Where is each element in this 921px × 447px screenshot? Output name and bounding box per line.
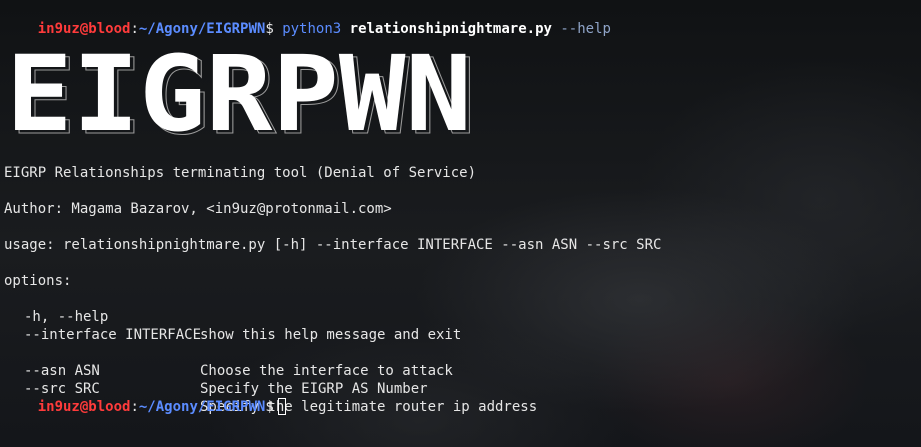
prompt-colon: :: [130, 399, 139, 415]
option-row: Choose the interface to attack: [4, 326, 904, 379]
prompt-line[interactable]: in9uz@blood:~/Agony/EIGRPWN$: [4, 380, 286, 415]
prompt-symbol: $: [265, 21, 274, 37]
prompt-user: in9uz@blood: [37, 399, 131, 415]
options-header: options:: [4, 273, 72, 289]
prompt-path: ~/Agony/EIGRPWN: [138, 399, 266, 415]
prompt-user: in9uz@blood: [37, 21, 131, 37]
author-line: Author: Magama Bazarov, <in9uz@protonmai…: [4, 201, 392, 217]
text-cursor[interactable]: [277, 398, 286, 415]
option-row: -h, --help show this help message and ex…: [4, 290, 904, 343]
command-line: in9uz@blood:~/Agony/EIGRPWN$ python3 rel…: [4, 2, 611, 37]
option-row: --interface INTERFACE: [4, 308, 904, 343]
usage-line: usage: relationshipnightmare.py [-h] --i…: [4, 237, 662, 253]
command-args: --help: [560, 21, 611, 37]
command-script: relationshipnightmare.py: [349, 21, 552, 37]
banner-title: EIGRPWN: [6, 36, 472, 140]
option-row: --src SRC Specify the legitimate router …: [4, 362, 904, 415]
command-program: python3: [282, 21, 342, 37]
option-row: --asn ASN Specify the EIGRP AS Number: [4, 344, 904, 397]
prompt-path: ~/Agony/EIGRPWN: [138, 21, 266, 37]
prompt-colon: :: [130, 21, 139, 37]
terminal-window[interactable]: in9uz@blood:~/Agony/EIGRPWN$ python3 rel…: [0, 0, 921, 447]
ascii-banner: EIGRPWN EIGRPWN: [6, 36, 476, 140]
tool-description: EIGRP Relationships terminating tool (De…: [4, 165, 477, 181]
prompt-symbol: $: [265, 399, 274, 415]
